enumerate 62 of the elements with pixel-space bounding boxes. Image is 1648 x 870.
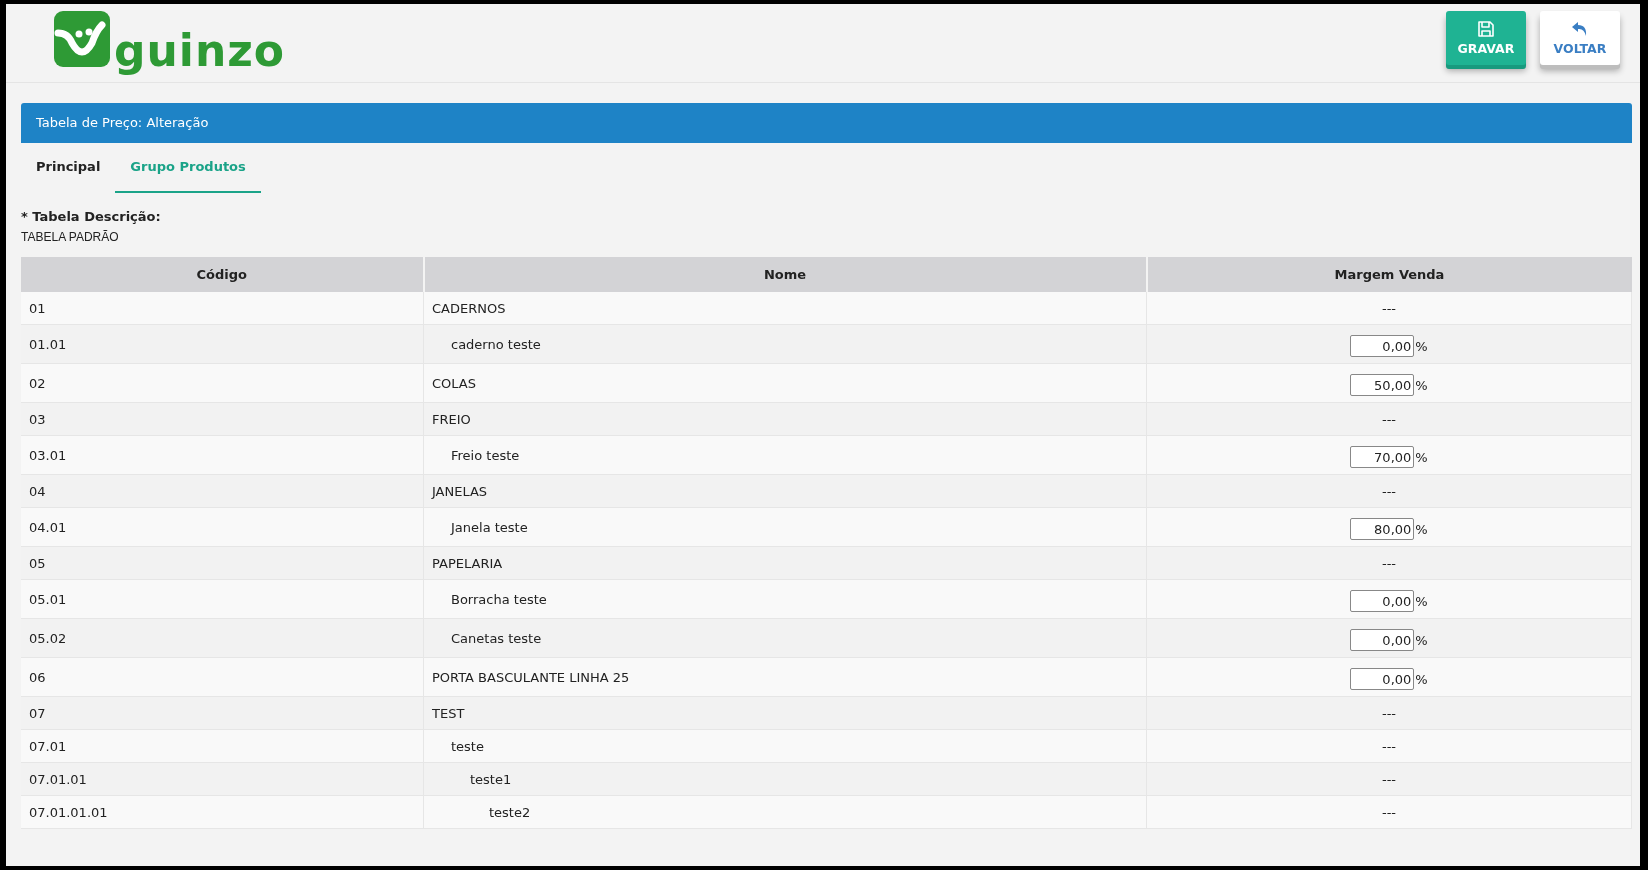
margin-input[interactable]: 0,00 <box>1350 335 1415 357</box>
field-value: TABELA PADRÃO <box>21 230 120 244</box>
table-cell: 07.01 <box>21 729 424 763</box>
table-cell: TEST <box>432 705 465 721</box>
table-cell: --- <box>1381 483 1397 499</box>
table-cell-text: teste <box>450 738 484 754</box>
panel-title: Tabela de Preço: Alteração <box>21 103 1632 143</box>
table-cell: 01.01 <box>21 324 424 364</box>
table-cell: 07.01.01 <box>21 762 424 796</box>
percent-label: % <box>1415 632 1428 648</box>
table-cell: FREIO <box>432 411 471 427</box>
percent-label: % <box>1415 671 1428 687</box>
table-cell-text: Freio teste <box>450 447 520 463</box>
table-cell: 04.01 <box>21 507 424 547</box>
table-cell: --- <box>1381 705 1397 721</box>
percent-label: % <box>1415 338 1428 354</box>
table-cell-text: Canetas teste <box>450 630 542 646</box>
table-cell: 07.01.01.01 <box>21 795 424 829</box>
table-cell: PORTA BASCULANTE LINHA 25 <box>432 669 630 685</box>
margin-input[interactable]: 50,00 <box>1350 374 1415 396</box>
table-cell-text: Janela teste <box>449 519 528 535</box>
logo-text: guinzo <box>114 29 286 73</box>
table-cell: --- <box>1381 771 1397 787</box>
percent-label: % <box>1415 593 1428 609</box>
table-cell: 05.01 <box>21 579 424 619</box>
table-cell: 05.02 <box>21 618 424 658</box>
table-cell-text: teste1 <box>469 771 512 787</box>
table-cell: CADERNOS <box>432 300 506 316</box>
logo-icon <box>54 11 110 67</box>
reply-arrow-icon <box>1571 20 1589 38</box>
table-cell-text: teste2 <box>488 804 531 820</box>
margin-input[interactable]: 0,00 <box>1350 629 1415 651</box>
table-cell: 01 <box>21 292 424 325</box>
table-cell: 04 <box>21 474 424 508</box>
table-cell: 03.01 <box>21 435 424 475</box>
margin-input[interactable]: 0,00 <box>1350 590 1415 612</box>
percent-label: % <box>1415 449 1428 465</box>
field-label: * Tabela Descrição: <box>21 209 162 224</box>
table-cell: 05 <box>21 546 424 580</box>
percent-label: % <box>1415 377 1428 393</box>
table-cell-text: Borracha teste <box>450 591 547 607</box>
table-cell: 06 <box>21 657 424 697</box>
column-header: Margem Venda <box>1146 257 1632 292</box>
table-cell: --- <box>1381 804 1397 820</box>
margin-input[interactable]: 70,00 <box>1350 446 1415 468</box>
table-cell: --- <box>1381 738 1397 754</box>
table-cell: COLAS <box>432 375 476 391</box>
column-header: Código <box>21 257 424 292</box>
tab[interactable]: Principal <box>21 143 116 193</box>
margin-input[interactable]: 80,00 <box>1350 518 1415 540</box>
table-cell: PAPELARIA <box>432 555 503 571</box>
margin-input[interactable]: 0,00 <box>1350 668 1415 690</box>
table-cell: 02 <box>21 363 424 403</box>
table-cell: 03 <box>21 402 424 436</box>
table-cell: 07 <box>21 696 424 730</box>
column-header: Nome <box>423 257 1147 292</box>
table-cell: --- <box>1381 555 1397 571</box>
table-cell-text: caderno teste <box>450 336 541 352</box>
table-cell: --- <box>1381 411 1397 427</box>
table-cell: JANELAS <box>432 483 488 499</box>
percent-label: % <box>1415 521 1428 537</box>
table-cell: --- <box>1381 300 1397 316</box>
